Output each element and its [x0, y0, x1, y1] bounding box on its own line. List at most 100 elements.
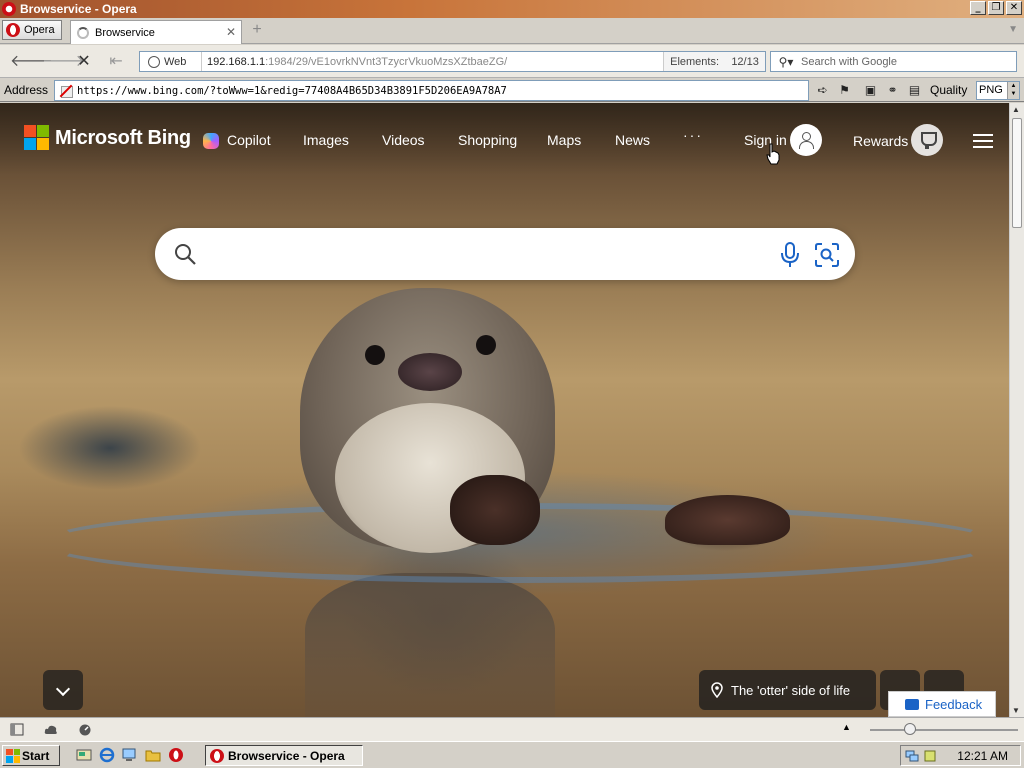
scroll-down-arrow-icon[interactable]: ▼ [1012, 706, 1020, 715]
security-badge[interactable]: Web [140, 52, 202, 71]
new-tab-button[interactable]: + [248, 22, 266, 39]
avatar-icon[interactable] [790, 124, 822, 156]
page-url-field[interactable]: Web 192.168.1.1:1984/29/vE1ovrkNVnt3Tzyc… [139, 51, 766, 72]
stop-button[interactable]: ✕ [74, 52, 94, 70]
url-path: :1984/29/vE1ovrkNVnt3TzycrVkuoMzsXZtbaeZ… [265, 55, 508, 68]
url-host: 192.168.1.1 [207, 55, 266, 68]
quality-label: Quality [930, 83, 968, 97]
volume-tray-icon[interactable] [923, 749, 937, 763]
bookmark-icon[interactable]: ⚑ [836, 82, 853, 99]
nav-shopping[interactable]: Shopping [458, 132, 517, 148]
go-arrow-icon[interactable]: ➪ [814, 82, 831, 99]
search-engine-field[interactable]: ⚲▾ Search with Google [770, 51, 1017, 72]
image-caption: The 'otter' side of life [731, 682, 851, 698]
tab-browservice[interactable]: Browservice ✕ [70, 20, 242, 44]
start-label: Start [22, 748, 50, 763]
maximize-button[interactable]: ❐ [988, 1, 1004, 15]
opera-menu-label: Opera [24, 24, 55, 36]
elements-label: Elements: [670, 55, 720, 68]
nav-videos[interactable]: Videos [382, 132, 425, 148]
start-button[interactable]: Start [2, 745, 60, 766]
brand-name[interactable]: Microsoft Bing [55, 127, 191, 150]
search-icon[interactable] [173, 242, 197, 266]
network-icon[interactable] [121, 747, 137, 763]
microphone-icon[interactable] [779, 241, 801, 269]
zoom-up-arrow-icon[interactable]: ▲ [842, 722, 851, 732]
status-bar: ▲ [0, 717, 1024, 741]
minimize-button[interactable]: _ [970, 1, 986, 15]
search-engine-icon[interactable]: ⚲▾ [771, 55, 801, 69]
otter-paw [450, 475, 540, 545]
clipboard-icon[interactable]: ▤ [906, 82, 923, 99]
address-url: https://www.bing.com/?toWww=1&redig=7740… [77, 84, 507, 97]
taskbar-item-browservice[interactable]: Browservice - Opera [205, 745, 363, 766]
windows-flag-icon [6, 748, 20, 763]
scroll-up-arrow-icon[interactable]: ▲ [1012, 105, 1020, 114]
search-engine-placeholder: Search with Google [801, 55, 897, 68]
opera-logo-icon [6, 23, 20, 37]
save-icon[interactable]: ▣ [862, 82, 879, 99]
nav-images[interactable]: Images [303, 132, 349, 148]
tab-list-chevron-icon[interactable]: ▼ [1008, 24, 1018, 35]
address-toolbar: Address https://www.bing.com/?toWww=1&re… [0, 79, 1024, 102]
panel-toggle-icon[interactable] [10, 723, 24, 736]
back-button[interactable]: 🡐 [10, 52, 53, 70]
water-reflection [305, 573, 555, 717]
find-binoculars-icon[interactable]: ⚭ [884, 82, 901, 99]
feedback-icon [905, 698, 919, 710]
address-input[interactable]: https://www.bing.com/?toWww=1&redig=7740… [54, 80, 809, 101]
opera-quicklaunch-icon[interactable] [168, 747, 184, 763]
quality-select[interactable]: PNG ▲ ▼ [976, 81, 1020, 100]
rewards-link[interactable]: Rewards [853, 133, 908, 149]
system-tray: 12:21 AM [900, 745, 1021, 766]
close-button[interactable]: ✕ [1006, 1, 1022, 15]
search-input[interactable] [211, 238, 771, 270]
logo-green [37, 125, 49, 137]
feedback-label: Feedback [925, 696, 983, 712]
opera-menu-button[interactable]: Opera [2, 20, 62, 40]
logo-blue [24, 138, 36, 150]
cloud-icon[interactable] [44, 723, 58, 736]
rewards-trophy-icon[interactable] [911, 124, 943, 156]
insecure-icon [59, 84, 73, 98]
image-caption-button[interactable]: The 'otter' side of life [699, 670, 876, 710]
zoom-slider-thumb[interactable] [904, 723, 916, 735]
rewind-button[interactable]: ⇤ [106, 52, 126, 70]
folder-icon[interactable] [145, 747, 161, 763]
visual-search-icon[interactable] [814, 242, 840, 268]
internet-explorer-icon[interactable] [99, 747, 115, 763]
url-text: 192.168.1.1:1984/29/vE1ovrkNVnt3TzycrVku… [202, 56, 663, 68]
opera-logo-icon [210, 748, 224, 763]
elements-counter: Elements: 12/13 [663, 52, 765, 71]
zoom-slider[interactable] [870, 729, 1018, 731]
microsoft-logo-icon[interactable] [24, 125, 49, 150]
scroll-down-button[interactable] [43, 670, 83, 710]
security-label: Web [164, 55, 187, 68]
otter-paw [665, 495, 790, 545]
opera-logo-icon [2, 2, 16, 16]
feedback-button[interactable]: Feedback [888, 691, 996, 717]
network-tray-icon[interactable] [905, 749, 919, 763]
page-viewport: Microsoft Bing Copilot Images Videos Sho… [0, 103, 1009, 717]
otter-eye [476, 335, 496, 355]
hamburger-menu-icon[interactable] [973, 134, 993, 148]
otter-nose [398, 353, 462, 391]
speed-dial-icon[interactable] [78, 723, 92, 736]
loading-spinner-icon [77, 26, 89, 39]
nav-maps[interactable]: Maps [547, 132, 581, 148]
window-title: Browservice - Opera [20, 2, 137, 16]
tab-close-icon[interactable]: ✕ [226, 25, 236, 39]
nav-copilot[interactable]: Copilot [227, 132, 271, 148]
otter-eye [365, 345, 385, 365]
vertical-scrollbar[interactable]: ▲ ▼ [1009, 103, 1024, 717]
nav-news[interactable]: News [615, 132, 650, 148]
show-desktop-icon[interactable] [76, 747, 92, 763]
location-pin-icon [711, 682, 723, 698]
more-menu-icon[interactable]: ··· [683, 127, 703, 143]
copilot-icon[interactable] [203, 133, 219, 149]
quality-spinner-icon[interactable]: ▲ ▼ [1007, 82, 1019, 99]
elements-count: 12/13 [731, 55, 759, 68]
forward-button[interactable]: 🡒 [42, 52, 85, 70]
search-bar[interactable] [155, 228, 855, 280]
scrollbar-thumb[interactable] [1012, 118, 1022, 228]
